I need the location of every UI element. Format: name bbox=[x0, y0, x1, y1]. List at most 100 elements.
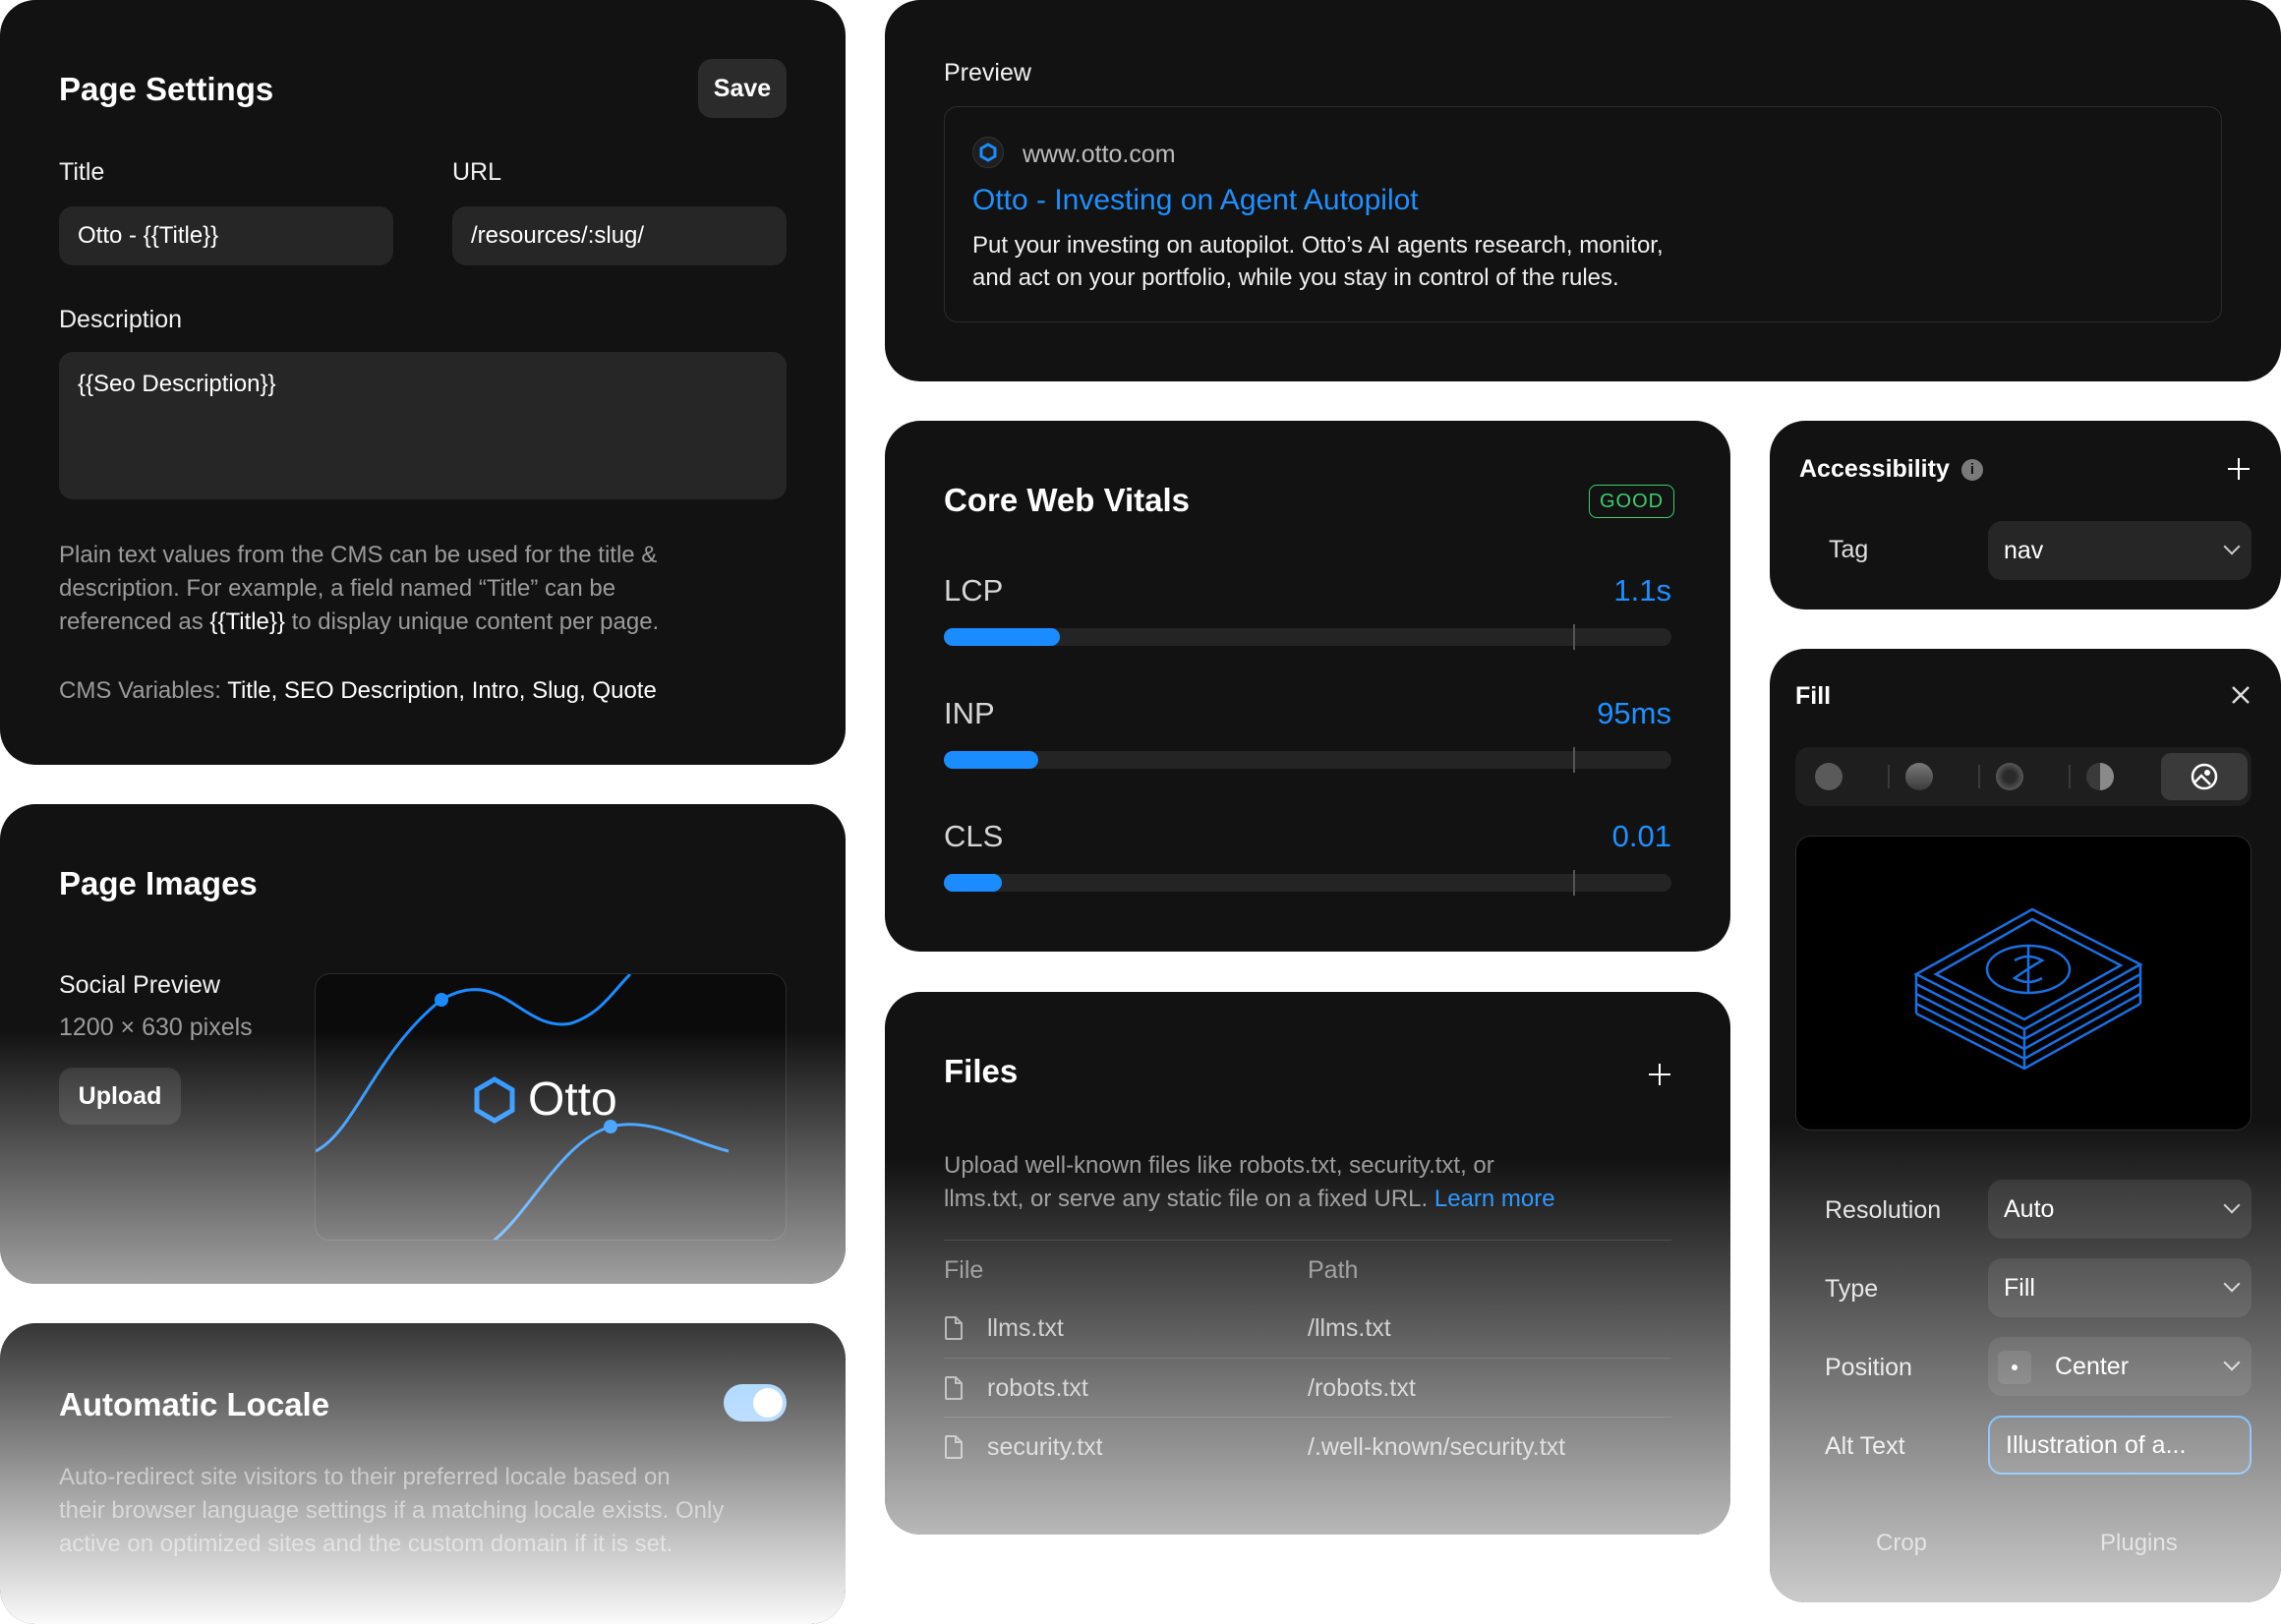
files-desc-line-2-text: llms.txt, or serve any static file on a … bbox=[944, 1186, 1434, 1212]
info-icon[interactable]: i bbox=[1961, 459, 1983, 481]
otto-logo: Otto bbox=[473, 1073, 617, 1127]
title-label: Title bbox=[59, 158, 105, 186]
help-line-1: Plain text values from the CMS can be us… bbox=[59, 542, 658, 568]
hexagon-icon bbox=[474, 1075, 515, 1124]
description-textarea[interactable]: {{Seo Description}} bbox=[59, 352, 787, 499]
fill-type-segmented-control bbox=[1795, 747, 2252, 806]
metric-inp-fill bbox=[944, 751, 1039, 769]
segment-divider bbox=[1978, 765, 1980, 788]
resolution-label: Resolution bbox=[1825, 1196, 1942, 1224]
files-desc-line-1: Upload well-known files like robots.txt,… bbox=[944, 1152, 1494, 1179]
files-card: Files Upload well-known files like robot… bbox=[885, 992, 1730, 1535]
metric-inp-value: 95ms bbox=[1597, 696, 1671, 730]
locale-toggle[interactable] bbox=[724, 1384, 787, 1421]
page-settings-title: Page Settings bbox=[59, 71, 274, 107]
wave-line-2 bbox=[493, 1123, 730, 1240]
close-icon[interactable] bbox=[2230, 684, 2252, 706]
social-preview-image[interactable]: Otto bbox=[315, 973, 787, 1241]
description-label: Description bbox=[59, 306, 183, 333]
metric-lcp-label: LCP bbox=[944, 573, 1004, 608]
type-select[interactable]: Fill bbox=[1988, 1258, 2252, 1317]
upload-button[interactable]: Upload bbox=[59, 1068, 181, 1125]
metric-cls-track bbox=[944, 870, 1671, 896]
search-result-preview: www.otto.com Otto - Investing on Agent A… bbox=[944, 106, 2222, 322]
position-select[interactable]: Center bbox=[1988, 1337, 2252, 1396]
locale-line-2: their browser language settings if a mat… bbox=[59, 1497, 725, 1524]
page-images-title: Page Images bbox=[59, 865, 258, 901]
file-icon bbox=[945, 1376, 963, 1400]
column-path: Path bbox=[1308, 1256, 1359, 1284]
tag-label: Tag bbox=[1829, 536, 1869, 563]
radial-gradient-icon[interactable] bbox=[1996, 763, 2023, 790]
file-name: llms.txt bbox=[987, 1314, 1064, 1342]
resolution-select[interactable]: Auto bbox=[1988, 1180, 2252, 1239]
files-description: Upload well-known files like robots.txt,… bbox=[944, 1149, 1691, 1216]
preview-description: Put your investing on autopilot. Otto’s … bbox=[972, 229, 1664, 294]
preview-desc-line-2: and act on your portfolio, while you sta… bbox=[972, 264, 1619, 291]
cms-help-text: Plain text values from the CMS can be us… bbox=[59, 539, 806, 639]
page-images-card: Page Images Social Preview 1200 × 630 pi… bbox=[0, 804, 846, 1284]
core-web-vitals-card: Core Web Vitals GOOD LCP 1.1s INP 95ms C… bbox=[885, 421, 1730, 952]
automatic-locale-card: Automatic Locale Auto-redirect site visi… bbox=[0, 1323, 846, 1624]
tab-plugins[interactable]: Plugins bbox=[2100, 1530, 2178, 1557]
save-button[interactable]: Save bbox=[698, 59, 787, 118]
accessibility-title: Accessibility bbox=[1799, 455, 1950, 483]
file-path: /.well-known/security.txt bbox=[1308, 1433, 1566, 1461]
preview-headline[interactable]: Otto - Investing on Agent Autopilot bbox=[972, 184, 1419, 217]
cms-variables-list: Title, SEO Description, Intro, Slug, Quo… bbox=[227, 677, 657, 704]
locale-line-1: Auto-redirect site visitors to their pre… bbox=[59, 1464, 671, 1490]
alt-text-value: Illustration of a... bbox=[2006, 1430, 2187, 1459]
otto-logo-text: Otto bbox=[528, 1073, 617, 1126]
alt-text-input[interactable]: Illustration of a... bbox=[1988, 1416, 2252, 1475]
title-input[interactable]: Otto - {{Title}} bbox=[59, 206, 393, 265]
linear-gradient-icon[interactable] bbox=[1905, 763, 1933, 790]
preview-label: Preview bbox=[944, 59, 1031, 87]
metric-lcp-fill bbox=[944, 628, 1061, 646]
cms-variables: CMS Variables: Title, SEO Description, I… bbox=[59, 674, 806, 708]
toggle-knob bbox=[753, 1388, 783, 1418]
status-badge: GOOD bbox=[1589, 485, 1675, 518]
site-favicon bbox=[972, 137, 1004, 168]
title-input-value: Otto - {{Title}} bbox=[78, 222, 219, 249]
fill-title: Fill bbox=[1795, 682, 1832, 710]
position-grid-icon bbox=[1998, 1351, 2031, 1384]
file-path: /llms.txt bbox=[1308, 1314, 1391, 1342]
files-table-header: File Path bbox=[944, 1240, 1671, 1299]
image-preview[interactable] bbox=[1795, 836, 2252, 1131]
add-file-icon[interactable] bbox=[1649, 1064, 1670, 1085]
conic-gradient-icon[interactable] bbox=[2086, 763, 2114, 790]
tag-select[interactable]: nav bbox=[1988, 521, 2252, 580]
add-attribute-icon[interactable] bbox=[2228, 458, 2250, 480]
file-icon bbox=[945, 1316, 963, 1340]
table-row[interactable]: llms.txt /llms.txt bbox=[944, 1299, 1671, 1358]
table-row[interactable]: robots.txt /robots.txt bbox=[944, 1358, 1671, 1417]
table-row[interactable]: security.txt /.well-known/security.txt bbox=[944, 1417, 1671, 1476]
help-line-3-pre: referenced as bbox=[59, 609, 210, 635]
page-settings-card: Page Settings Save Title Otto - {{Title}… bbox=[0, 0, 846, 765]
metric-inp-threshold bbox=[1573, 747, 1576, 773]
metric-lcp-track bbox=[944, 624, 1671, 650]
hexagon-icon bbox=[979, 143, 997, 162]
locale-description: Auto-redirect site visitors to their pre… bbox=[59, 1461, 826, 1561]
files-desc-line-2: llms.txt, or serve any static file on a … bbox=[944, 1183, 1691, 1216]
metric-cls-threshold bbox=[1573, 870, 1576, 896]
tab-crop[interactable]: Crop bbox=[1876, 1530, 1927, 1557]
url-label: URL bbox=[452, 158, 502, 186]
learn-more-link[interactable]: Learn more bbox=[1434, 1186, 1555, 1212]
metric-cls-label: CLS bbox=[944, 819, 1004, 853]
solid-fill-icon[interactable] bbox=[1815, 763, 1842, 790]
fill-panel: Fill Resolution Auto Type Fill Position … bbox=[1770, 649, 2281, 1602]
alt-text-label: Alt Text bbox=[1825, 1432, 1905, 1460]
metric-cls-fill bbox=[944, 874, 1003, 892]
position-value: Center bbox=[2055, 1352, 2130, 1380]
url-input[interactable]: /resources/:slug/ bbox=[452, 206, 787, 265]
position-label: Position bbox=[1825, 1354, 1912, 1381]
image-fill-tab[interactable] bbox=[2161, 753, 2248, 800]
files-title: Files bbox=[944, 1053, 1019, 1089]
file-name: robots.txt bbox=[987, 1374, 1088, 1402]
wave-point-1 bbox=[435, 993, 448, 1007]
type-label: Type bbox=[1825, 1275, 1879, 1303]
cms-variables-label: CMS Variables: bbox=[59, 677, 228, 704]
help-line-3: referenced as {{Title}} to display uniqu… bbox=[59, 606, 806, 639]
accessibility-card: Accessibility i Tag nav bbox=[1770, 421, 2281, 609]
